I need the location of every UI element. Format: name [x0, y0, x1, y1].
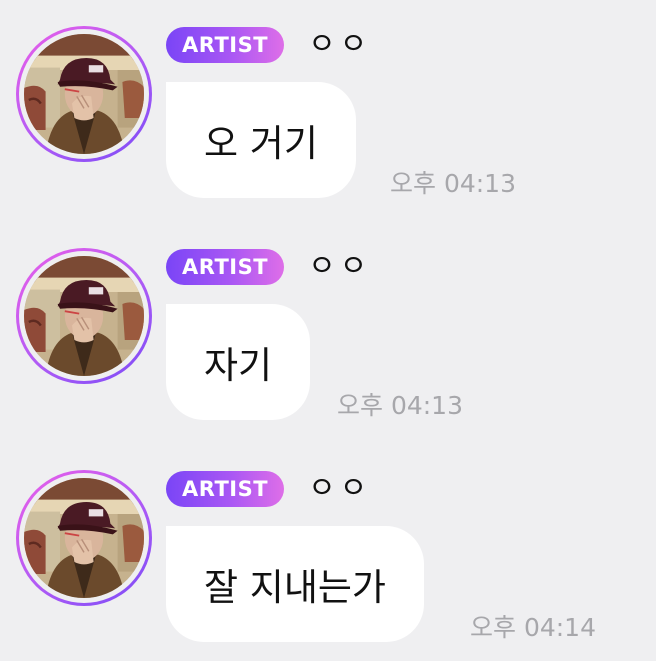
artist-badge: ARTIST — [166, 471, 285, 507]
message-bubble[interactable]: 자기 — [166, 304, 311, 420]
sender-name: ㅇㅇ — [308, 471, 372, 506]
message-timestamp: 오후 04:13 — [390, 169, 516, 198]
chat-message: ARTIST ㅇㅇ 오 거기 오후 04:13 — [0, 0, 656, 200]
chat-message: ARTIST ㅇㅇ 잘 지내는가 오후 04:14 — [0, 444, 656, 644]
avatar-photo — [24, 34, 144, 154]
avatar-photo — [24, 478, 144, 598]
avatar[interactable] — [16, 26, 152, 162]
message-timestamp: 오후 04:14 — [470, 613, 596, 642]
message-header: ARTIST ㅇㅇ — [166, 26, 371, 64]
message-bubble[interactable]: 잘 지내는가 — [166, 526, 424, 642]
message-bubble[interactable]: 오 거기 — [166, 82, 356, 198]
sender-name: ㅇㅇ — [308, 249, 372, 284]
sender-name: ㅇㅇ — [308, 27, 372, 62]
avatar[interactable] — [16, 470, 152, 606]
artist-badge: ARTIST — [166, 27, 285, 63]
artist-badge: ARTIST — [166, 249, 285, 285]
avatar[interactable] — [16, 248, 152, 384]
avatar-photo — [24, 256, 144, 376]
message-header: ARTIST ㅇㅇ — [166, 248, 371, 286]
chat-message-list: ARTIST ㅇㅇ 오 거기 오후 04:13 ARTIST ㅇㅇ 자기 오후 … — [0, 0, 656, 661]
message-timestamp: 오후 04:13 — [337, 391, 463, 420]
message-header: ARTIST ㅇㅇ — [166, 470, 371, 508]
chat-message: ARTIST ㅇㅇ 자기 오후 04:13 — [0, 222, 656, 422]
